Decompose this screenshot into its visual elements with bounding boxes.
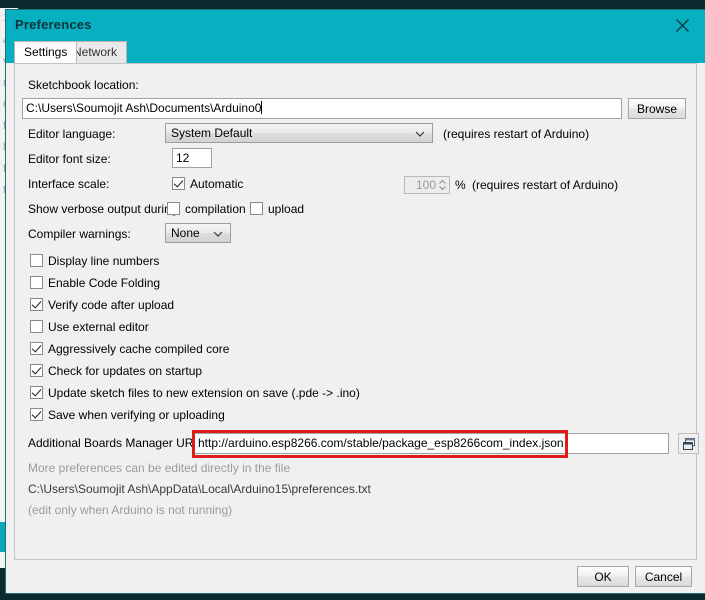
interface-scale-label: Interface scale: <box>28 177 110 191</box>
verbose-output-label: Show verbose output during: <box>28 202 181 216</box>
tab-strip: Settings Network <box>6 41 705 63</box>
preferences-dialog: Preferences Settings Network Sketchbook … <box>6 10 705 593</box>
option-label: Aggressively cache compiled core <box>48 342 230 356</box>
editor-font-size-input[interactable]: 12 <box>172 148 212 168</box>
option-label: Enable Code Folding <box>48 276 161 290</box>
window-title: Preferences <box>15 17 92 32</box>
browse-button[interactable]: Browse <box>628 98 686 119</box>
cancel-button[interactable]: Cancel <box>635 566 692 587</box>
boards-manager-urls-label: Additional Boards Manager URLs: <box>28 436 210 450</box>
checkbox-box <box>30 276 43 289</box>
checkbox-box <box>30 342 43 355</box>
option-aggressively-cache-compiled-core[interactable]: Aggressively cache compiled core <box>30 342 229 356</box>
option-label: Display line numbers <box>48 254 160 268</box>
option-label: Verify code after upload <box>48 298 175 312</box>
compiler-warnings-value: None <box>171 226 200 240</box>
compiler-warnings-select[interactable]: None <box>165 223 231 243</box>
checkbox-box <box>250 202 263 215</box>
sketchbook-location-label: Sketchbook location: <box>28 78 139 92</box>
option-use-external-editor[interactable]: Use external editor <box>30 320 149 334</box>
ok-button-label: OK <box>594 569 612 584</box>
interface-scale-automatic-label: Automatic <box>190 177 244 191</box>
editor-font-size-label: Editor font size: <box>28 152 111 166</box>
dialog-button-bar: OK Cancel <box>6 560 705 593</box>
checkbox-box <box>30 408 43 421</box>
footer-line-2: C:\Users\Soumojit Ash\AppData\Local\Ardu… <box>28 482 371 496</box>
editor-language-note: (requires restart of Arduino) <box>443 127 590 141</box>
interface-scale-note: (requires restart of Arduino) <box>472 178 619 192</box>
boards-manager-urls-input[interactable]: http://arduino.esp8266.com/stable/packag… <box>194 433 669 454</box>
option-label: Use external editor <box>48 320 149 334</box>
option-check-for-updates-on-startup[interactable]: Check for updates on startup <box>30 364 202 378</box>
compiler-warnings-label: Compiler warnings: <box>28 227 131 241</box>
option-label: Update sketch files to new extension on … <box>48 386 360 400</box>
settings-panel: Sketchbook location: C:\Users\Soumojit A… <box>14 63 699 560</box>
title-bar: Preferences <box>6 10 705 41</box>
sketchbook-location-value: C:\Users\Soumojit Ash\Documents\Arduino0 <box>26 101 262 115</box>
checkbox-box <box>172 177 185 190</box>
editor-language-label: Editor language: <box>28 127 116 141</box>
window-copy-icon[interactable] <box>678 433 699 454</box>
option-enable-code-folding[interactable]: Enable Code Folding <box>30 276 160 290</box>
editor-language-select[interactable]: System Default <box>165 123 433 143</box>
tab-settings[interactable]: Settings <box>14 41 78 63</box>
chevron-down-icon <box>415 126 425 140</box>
cancel-button-label: Cancel <box>644 569 683 584</box>
ok-button[interactable]: OK <box>577 566 629 587</box>
checkbox-box <box>167 202 180 215</box>
interface-scale-value: 100 <box>415 178 436 192</box>
checkbox-box <box>30 386 43 399</box>
option-display-line-numbers[interactable]: Display line numbers <box>30 254 159 268</box>
option-save-when-verifying-or-uploading[interactable]: Save when verifying or uploading <box>30 408 225 422</box>
checkbox-box <box>30 298 43 311</box>
close-icon[interactable] <box>659 10 705 41</box>
option-update-sketch-files-extension[interactable]: Update sketch files to new extension on … <box>30 386 360 400</box>
sketchbook-location-input[interactable]: C:\Users\Soumojit Ash\Documents\Arduino0 <box>22 98 622 119</box>
footer-line-1: More preferences can be edited directly … <box>28 461 291 475</box>
verbose-compilation-label: compilation <box>185 202 246 216</box>
option-verify-code-after-upload[interactable]: Verify code after upload <box>30 298 174 312</box>
interface-scale-spinner[interactable]: 100 <box>404 176 450 194</box>
browse-button-label: Browse <box>636 101 677 116</box>
interface-scale-automatic-checkbox[interactable]: Automatic <box>172 177 243 191</box>
footer-line-3: (edit only when Arduino is not running) <box>28 503 233 517</box>
checkbox-box <box>30 254 43 267</box>
editor-language-value: System Default <box>171 126 253 140</box>
text-caret <box>261 101 263 114</box>
option-label: Check for updates on startup <box>48 364 203 378</box>
verbose-upload-label: upload <box>268 202 305 216</box>
checkbox-box <box>30 320 43 333</box>
percent-sign-label: % <box>455 178 466 192</box>
chevron-down-icon <box>213 226 223 240</box>
option-label: Save when verifying or uploading <box>48 408 225 422</box>
verbose-upload-checkbox[interactable]: upload <box>250 202 304 216</box>
spinner-arrows-icon[interactable] <box>437 178 448 192</box>
checkbox-box <box>30 364 43 377</box>
verbose-compilation-checkbox[interactable]: compilation <box>167 202 246 216</box>
